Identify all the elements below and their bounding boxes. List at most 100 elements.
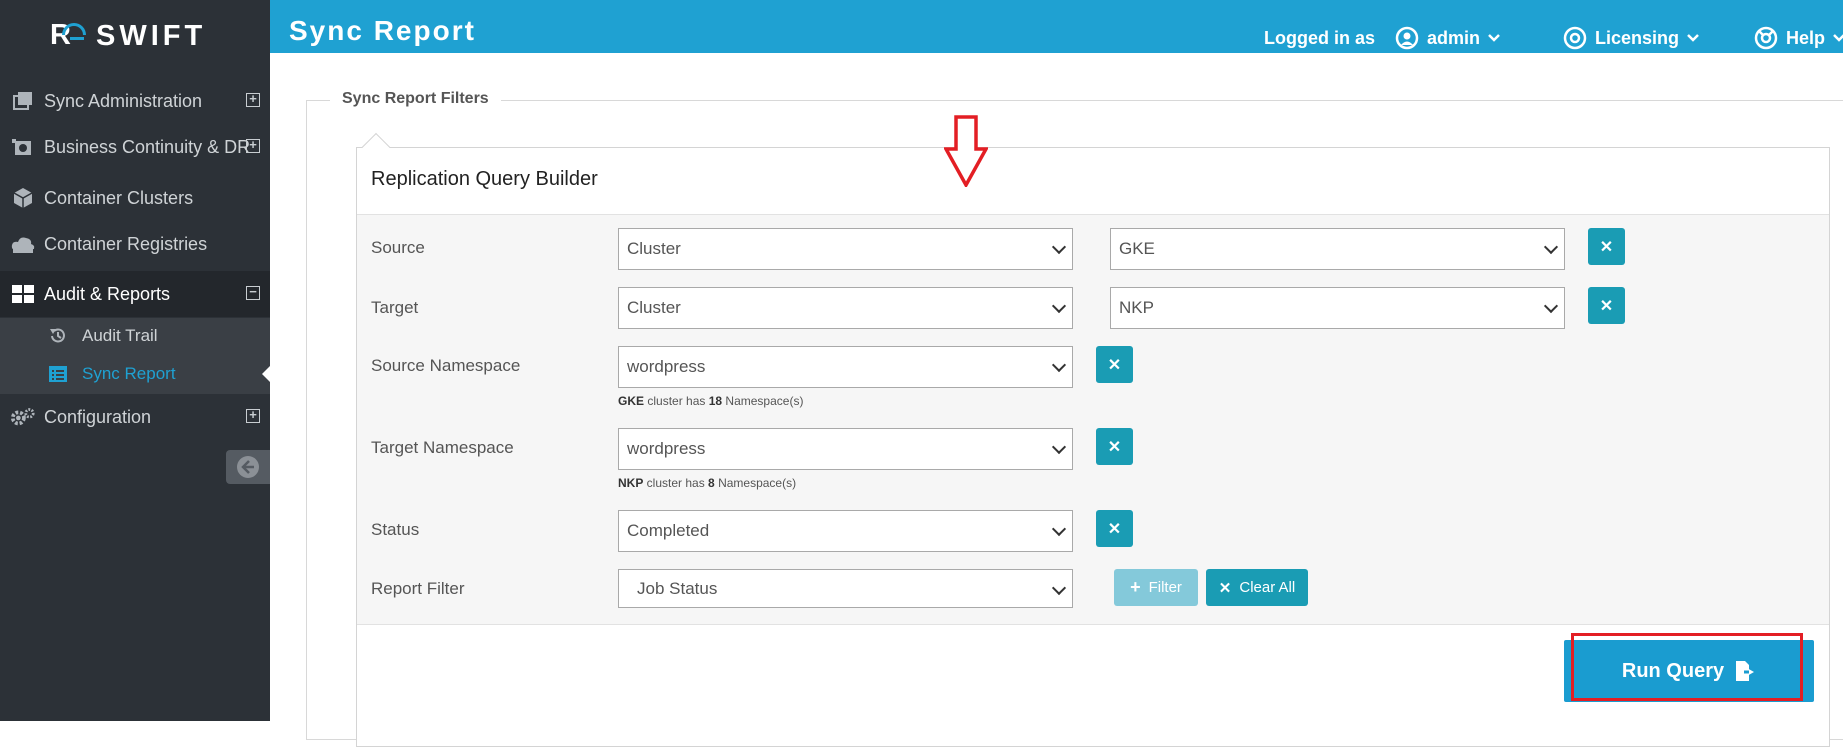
arrow-left-circle-icon	[237, 456, 259, 478]
list-icon	[48, 365, 70, 383]
hint-count: 18	[708, 394, 723, 408]
filter-button[interactable]: + Filter	[1114, 569, 1198, 606]
chevron-down-icon	[1051, 239, 1067, 255]
copy-icon	[10, 90, 36, 112]
chevron-down-icon	[1051, 439, 1067, 455]
help-menu[interactable]: Help	[1754, 26, 1843, 50]
app-name: SWIFT	[96, 19, 207, 52]
username: admin	[1427, 27, 1481, 48]
user-menu[interactable]: Logged in as admin	[1264, 26, 1500, 50]
sidebar-item-container-registries[interactable]: Container Registries	[0, 221, 270, 267]
remove-source-namespace-button[interactable]: ✕	[1096, 346, 1133, 383]
source-namespace-select[interactable]: wordpress	[618, 346, 1073, 388]
dr-icon	[10, 136, 36, 158]
sidebar: R SWIFT Sync Administration + Business C…	[0, 0, 270, 721]
hint-text: Namespace(s)	[714, 476, 797, 490]
page-title: Sync Report	[289, 15, 476, 46]
history-icon	[48, 326, 70, 346]
chevron-down-icon	[1051, 357, 1067, 373]
chevron-down-icon	[1543, 298, 1559, 314]
sidebar-item-label: Container Registries	[44, 233, 208, 254]
remove-target-namespace-button[interactable]: ✕	[1096, 428, 1133, 465]
chevron-down-icon	[1833, 34, 1843, 42]
hint-text: cluster has	[643, 476, 709, 490]
hint-count: 8	[708, 476, 715, 490]
logo-icon: R	[48, 19, 88, 51]
collapse-sidebar-button[interactable]	[226, 450, 270, 484]
plus-icon: +	[1130, 577, 1141, 597]
select-value: NKP	[1119, 298, 1154, 317]
panel-footer-divider	[357, 624, 1829, 625]
lifebuoy-icon	[1754, 26, 1778, 50]
select-value: Job Status	[637, 578, 718, 598]
hint-text: cluster has	[644, 394, 709, 408]
sidebar-item-audit-reports[interactable]: Audit & Reports −	[0, 271, 270, 317]
licensing-icon	[1563, 26, 1587, 50]
collapse-icon[interactable]: −	[246, 285, 260, 300]
sidebar-item-label: Audit & Reports	[44, 283, 171, 304]
sidebar-subitem-label: Audit Trail	[82, 326, 158, 345]
chevron-down-icon	[1543, 239, 1559, 255]
source-cluster-select[interactable]: GKE	[1110, 228, 1565, 270]
select-value: GKE	[1119, 239, 1155, 258]
remove-source-button[interactable]: ✕	[1588, 228, 1625, 265]
source-label: Source	[371, 238, 425, 257]
panel-body	[357, 215, 1829, 624]
cloud-storage-icon	[10, 233, 36, 255]
status-select[interactable]: Completed	[618, 510, 1073, 552]
remove-status-button[interactable]: ✕	[1096, 510, 1133, 547]
target-namespace-hint: NKP cluster has 8 Namespace(s)	[618, 476, 796, 490]
select-value: Completed	[627, 521, 710, 540]
licensing-menu[interactable]: Licensing	[1563, 26, 1699, 50]
sidebar-item-label: Configuration	[44, 406, 152, 427]
remove-target-button[interactable]: ✕	[1588, 287, 1625, 324]
export-file-icon	[1736, 661, 1755, 681]
select-value: wordpress	[627, 439, 706, 458]
sidebar-item-sync-report[interactable]: Sync Report	[0, 356, 270, 392]
sidebar-item-label: Sync Administration	[44, 90, 203, 111]
target-cluster-select[interactable]: NKP	[1110, 287, 1565, 329]
sidebar-item-label: Container Clusters	[44, 187, 194, 208]
target-namespace-select[interactable]: wordpress	[618, 428, 1073, 470]
expand-icon[interactable]: +	[246, 408, 260, 423]
select-value: Cluster	[627, 239, 681, 258]
run-query-button[interactable]: Run Query	[1564, 640, 1814, 702]
hint-cluster: NKP	[618, 476, 644, 490]
filter-button-label: Filter	[1148, 579, 1182, 596]
sidebar-subitem-label: Sync Report	[82, 364, 176, 383]
panel-title: Replication Query Builder	[371, 168, 598, 190]
logged-in-label: Logged in as	[1264, 27, 1376, 48]
cube-icon	[10, 187, 36, 209]
chevron-down-icon	[1488, 34, 1500, 42]
expand-icon[interactable]: +	[246, 138, 260, 153]
sidebar-item-sync-administration[interactable]: Sync Administration +	[0, 78, 270, 124]
clear-all-label: Clear All	[1239, 579, 1296, 596]
clear-all-button[interactable]: ✕ Clear All	[1206, 569, 1308, 606]
source-type-select[interactable]: Cluster	[618, 228, 1073, 270]
filters-legend: Sync Report Filters	[330, 90, 501, 108]
status-label: Status	[371, 520, 420, 539]
target-namespace-label: Target Namespace	[371, 438, 514, 457]
sidebar-item-container-clusters[interactable]: Container Clusters	[0, 175, 270, 221]
chevron-down-icon	[1687, 34, 1699, 42]
sidebar-item-business-continuity[interactable]: Business Continuity & DR +	[0, 124, 270, 170]
target-type-select[interactable]: Cluster	[618, 287, 1073, 329]
red-down-arrow-annotation	[944, 115, 988, 187]
expand-icon[interactable]: +	[246, 92, 260, 107]
close-icon: ✕	[1599, 297, 1614, 315]
chevron-down-icon	[1051, 521, 1067, 537]
select-value: wordpress	[627, 357, 706, 376]
help-label: Help	[1786, 27, 1826, 48]
table-icon	[10, 283, 36, 305]
sidebar-item-audit-trail[interactable]: Audit Trail	[0, 318, 270, 354]
target-label: Target	[371, 298, 419, 317]
sidebar-item-configuration[interactable]: Configuration +	[0, 394, 270, 440]
sidebar-submenu: Audit Trail Sync Report	[0, 318, 270, 394]
run-query-label: Run Query	[1621, 659, 1725, 682]
report-filter-label: Report Filter	[371, 579, 465, 598]
select-value: Cluster	[627, 298, 681, 317]
close-icon: ✕	[1107, 438, 1122, 456]
report-filter-select[interactable]: Job Status	[618, 569, 1073, 608]
source-namespace-label: Source Namespace	[371, 356, 521, 375]
chevron-down-icon	[1051, 298, 1067, 314]
